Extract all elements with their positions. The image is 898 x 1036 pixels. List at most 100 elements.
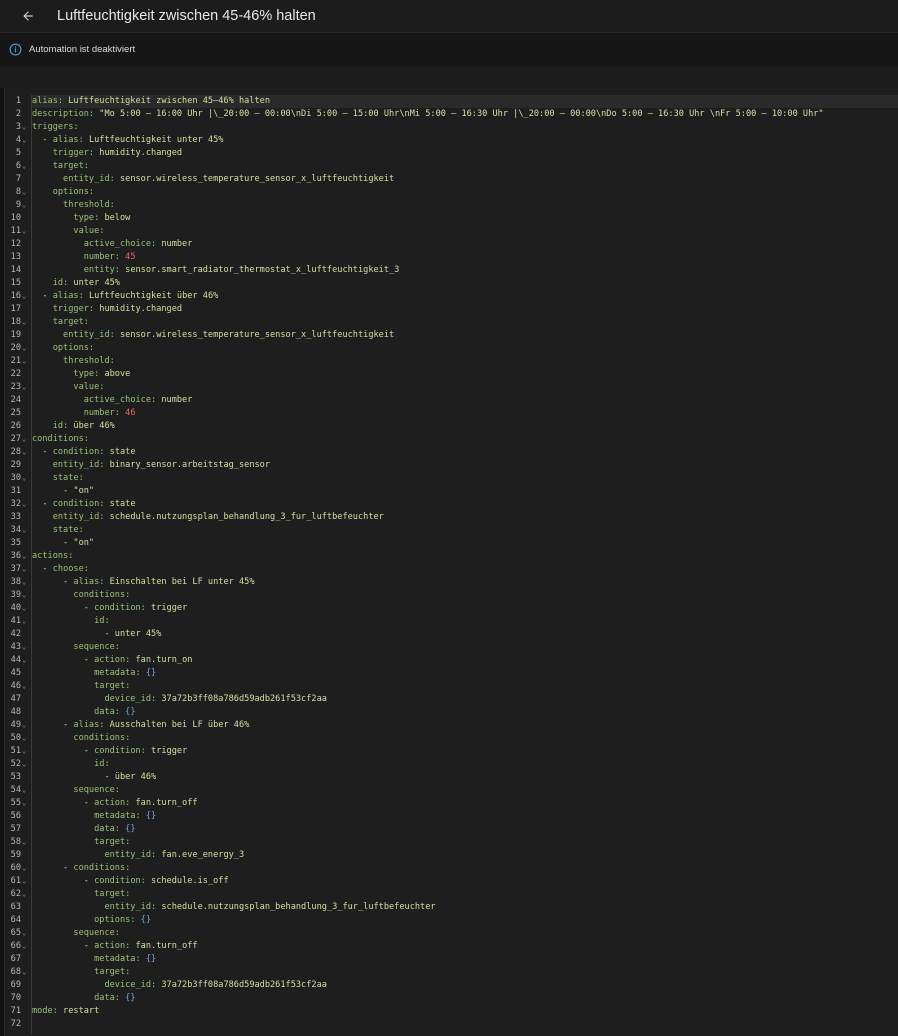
code-line[interactable]: 20 ⌄ options: (5, 342, 898, 355)
code-line[interactable]: 32 ⌄ - condition: state (5, 498, 898, 511)
fold-chevron-icon[interactable]: ⌄ (22, 680, 30, 693)
code-line[interactable]: 5 trigger: humidity.changed (5, 147, 898, 160)
code-line[interactable]: 57 data: {} (5, 823, 898, 836)
code-line[interactable]: 53 - über 46% (5, 771, 898, 784)
code-line[interactable]: 2 description: "Mo 5:00 – 16:00 Uhr |\_20… (5, 108, 898, 121)
fold-chevron-icon[interactable]: ⌄ (22, 927, 30, 940)
code-line[interactable]: 72 (5, 1018, 898, 1031)
code-line[interactable]: 1 alias: Luftfeuchtigkeit zwischen 45–46%… (5, 95, 898, 108)
code-line[interactable]: 60 ⌄ - conditions: (5, 862, 898, 875)
code-line[interactable]: 69 device_id: 37a72b3ff08a786d59adb261f5… (5, 979, 898, 992)
code-line[interactable]: 33 entity_id: schedule.nutzungsplan_beha… (5, 511, 898, 524)
fold-chevron-icon[interactable]: ⌄ (22, 602, 30, 615)
fold-chevron-icon[interactable]: ⌄ (22, 199, 30, 212)
code-line[interactable]: 68 ⌄ target: (5, 966, 898, 979)
code-line[interactable]: 30 ⌄ state: (5, 472, 898, 485)
code-line[interactable]: 13 number: 45 (5, 251, 898, 264)
fold-chevron-icon[interactable]: ⌄ (22, 641, 30, 654)
code-line[interactable]: 18 ⌄ target: (5, 316, 898, 329)
code-line[interactable]: 23 ⌄ value: (5, 381, 898, 394)
code-line[interactable]: 27 ⌄ conditions: (5, 433, 898, 446)
code-line[interactable]: 14 entity: sensor.smart_radiator_thermos… (5, 264, 898, 277)
fold-chevron-icon[interactable]: ⌄ (22, 355, 30, 368)
code-line[interactable]: 9 ⌄ threshold: (5, 199, 898, 212)
code-line[interactable]: 59 entity_id: fan.eve_energy_3 (5, 849, 898, 862)
code-line[interactable]: 26 id: über 46% (5, 420, 898, 433)
code-line[interactable]: 25 number: 46 (5, 407, 898, 420)
code-line[interactable]: 71 mode: restart (5, 1005, 898, 1018)
code-line[interactable]: 31 - "on" (5, 485, 898, 498)
fold-chevron-icon[interactable]: ⌄ (22, 654, 30, 667)
code-line[interactable]: 70 data: {} (5, 992, 898, 1005)
code-line[interactable]: 51 ⌄ - condition: trigger (5, 745, 898, 758)
code-line[interactable]: 12 active_choice: number (5, 238, 898, 251)
fold-chevron-icon[interactable]: ⌄ (22, 576, 30, 589)
code-line[interactable]: 29 entity_id: binary_sensor.arbeitstag_s… (5, 459, 898, 472)
code-line[interactable]: 3 ⌄ triggers: (5, 121, 898, 134)
code-line[interactable]: 65 ⌄ sequence: (5, 927, 898, 940)
fold-chevron-icon[interactable]: ⌄ (22, 563, 30, 576)
fold-chevron-icon[interactable]: ⌄ (22, 589, 30, 602)
fold-chevron-icon[interactable]: ⌄ (22, 836, 30, 849)
fold-chevron-icon[interactable]: ⌄ (22, 524, 30, 537)
fold-chevron-icon[interactable]: ⌄ (22, 719, 30, 732)
code-line[interactable]: 63 entity_id: schedule.nutzungsplan_beha… (5, 901, 898, 914)
fold-chevron-icon[interactable]: ⌄ (22, 381, 30, 394)
code-line[interactable]: 17 trigger: humidity.changed (5, 303, 898, 316)
code-line[interactable]: 42 - unter 45% (5, 628, 898, 641)
fold-chevron-icon[interactable]: ⌄ (22, 875, 30, 888)
code-line[interactable]: 45 metadata: {} (5, 667, 898, 680)
fold-chevron-icon[interactable]: ⌄ (22, 446, 30, 459)
code-line[interactable]: 44 ⌄ - action: fan.turn_on (5, 654, 898, 667)
fold-chevron-icon[interactable]: ⌄ (22, 316, 30, 329)
code-line[interactable]: 43 ⌄ sequence: (5, 641, 898, 654)
fold-chevron-icon[interactable]: ⌄ (22, 888, 30, 901)
fold-chevron-icon[interactable]: ⌄ (22, 797, 30, 810)
fold-chevron-icon[interactable]: ⌄ (22, 550, 30, 563)
code-line[interactable]: 46 ⌄ target: (5, 680, 898, 693)
code-line[interactable]: 49 ⌄ - alias: Ausschalten bei LF über 46% (5, 719, 898, 732)
code-line[interactable]: 15 id: unter 45% (5, 277, 898, 290)
code-line[interactable]: 58 ⌄ target: (5, 836, 898, 849)
yaml-code-editor[interactable]: 1 alias: Luftfeuchtigkeit zwischen 45–46%… (4, 88, 898, 1036)
fold-chevron-icon[interactable]: ⌄ (22, 134, 30, 147)
code-line[interactable]: 6 ⌄ target: (5, 160, 898, 173)
code-line[interactable]: 39 ⌄ conditions: (5, 589, 898, 602)
code-line[interactable]: 48 data: {} (5, 706, 898, 719)
code-line[interactable]: 8 ⌄ options: (5, 186, 898, 199)
code-line[interactable]: 19 entity_id: sensor.wireless_temperatur… (5, 329, 898, 342)
code-line[interactable]: 35 - "on" (5, 537, 898, 550)
code-line[interactable]: 64 options: {} (5, 914, 898, 927)
fold-chevron-icon[interactable]: ⌄ (22, 940, 30, 953)
back-button[interactable] (17, 5, 39, 27)
code-line[interactable]: 66 ⌄ - action: fan.turn_off (5, 940, 898, 953)
fold-chevron-icon[interactable]: ⌄ (22, 225, 30, 238)
code-line[interactable]: 52 ⌄ id: (5, 758, 898, 771)
code-line[interactable]: 40 ⌄ - condition: trigger (5, 602, 898, 615)
code-line[interactable]: 21 ⌄ threshold: (5, 355, 898, 368)
code-line[interactable]: 10 type: below (5, 212, 898, 225)
fold-chevron-icon[interactable]: ⌄ (22, 966, 30, 979)
fold-chevron-icon[interactable]: ⌄ (22, 758, 30, 771)
fold-chevron-icon[interactable]: ⌄ (22, 160, 30, 173)
code-line[interactable]: 38 ⌄ - alias: Einschalten bei LF unter 45… (5, 576, 898, 589)
code-line[interactable]: 36 ⌄ actions: (5, 550, 898, 563)
fold-chevron-icon[interactable]: ⌄ (22, 784, 30, 797)
code-line[interactable]: 34 ⌄ state: (5, 524, 898, 537)
code-line[interactable]: 67 metadata: {} (5, 953, 898, 966)
code-line[interactable]: 62 ⌄ target: (5, 888, 898, 901)
code-line[interactable]: 22 type: above (5, 368, 898, 381)
code-line[interactable]: 56 metadata: {} (5, 810, 898, 823)
fold-chevron-icon[interactable]: ⌄ (22, 745, 30, 758)
fold-chevron-icon[interactable]: ⌄ (22, 498, 30, 511)
code-line[interactable]: 41 ⌄ id: (5, 615, 898, 628)
code-line[interactable]: 47 device_id: 37a72b3ff08a786d59adb261f5… (5, 693, 898, 706)
fold-chevron-icon[interactable]: ⌄ (22, 121, 30, 134)
fold-chevron-icon[interactable]: ⌄ (22, 732, 30, 745)
code-line[interactable]: 37 ⌄ - choose: (5, 563, 898, 576)
fold-chevron-icon[interactable]: ⌄ (22, 615, 30, 628)
code-line[interactable]: 61 ⌄ - condition: schedule.is_off (5, 875, 898, 888)
fold-chevron-icon[interactable]: ⌄ (22, 433, 30, 446)
code-line[interactable]: 16 ⌄ - alias: Luftfeuchtigkeit über 46% (5, 290, 898, 303)
code-line[interactable]: 28 ⌄ - condition: state (5, 446, 898, 459)
